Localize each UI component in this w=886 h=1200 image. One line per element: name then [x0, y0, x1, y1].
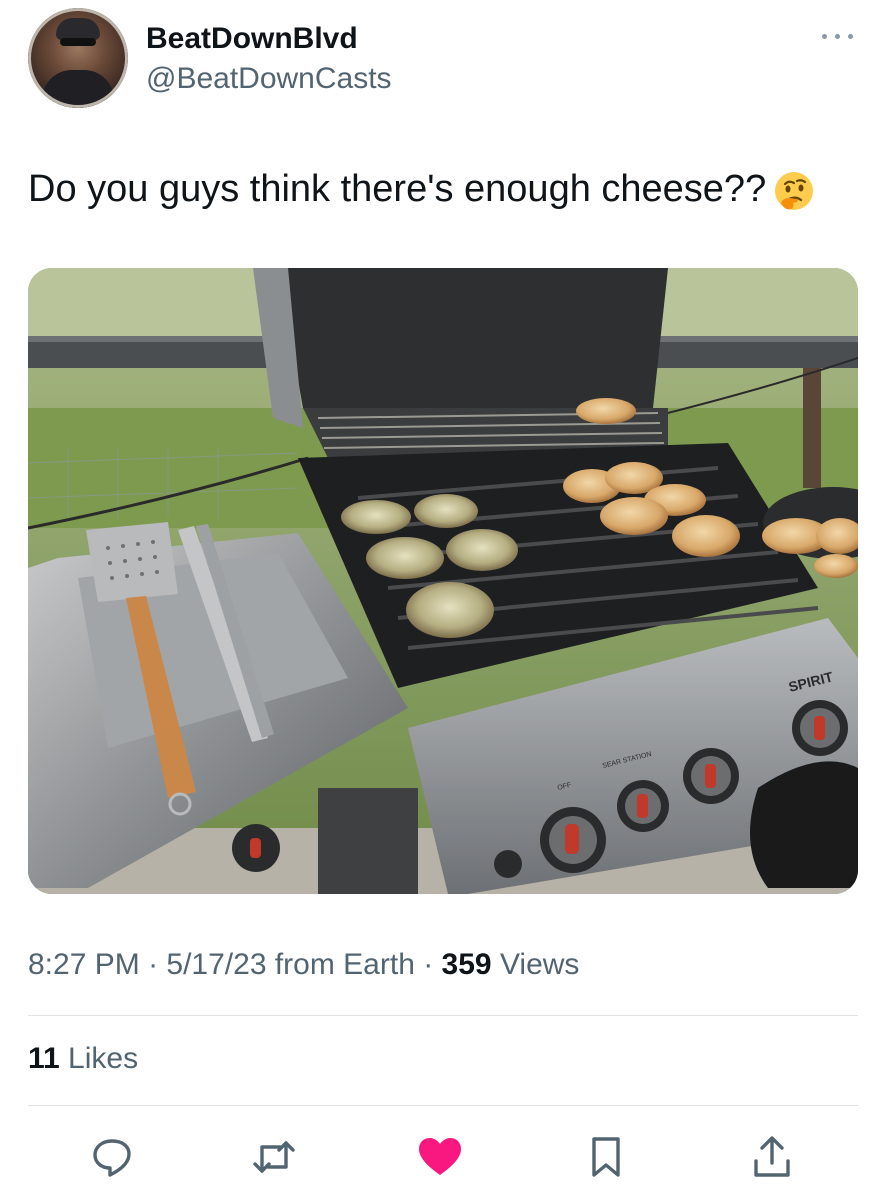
more-dots-icon[interactable] [818, 24, 858, 48]
meta-separator: · [414, 948, 442, 981]
tweet-text: Do you guys think there's enough cheese?… [28, 168, 816, 213]
views-count: 359 [441, 948, 492, 981]
grill-photo: SPIRIT SEAR STATION OFF [28, 268, 858, 894]
author-avatar[interactable] [28, 8, 128, 108]
author-display-name[interactable]: BeatDownBlvd [146, 22, 358, 56]
views-label: Views [491, 948, 580, 981]
likes-count: 11 [28, 1042, 60, 1075]
tweet-photo[interactable]: SPIRIT SEAR STATION OFF [28, 268, 858, 894]
share-icon[interactable] [748, 1133, 796, 1181]
divider-top [28, 1015, 858, 1016]
author-handle[interactable]: @BeatDownCasts [146, 62, 392, 96]
meta-separator: · [139, 948, 167, 981]
tweet-text-content: Do you guys think there's enough cheese?… [28, 168, 767, 210]
tweet-date[interactable]: 5/17/23 [166, 948, 266, 981]
likes-stat[interactable]: 11 Likes [28, 1042, 138, 1076]
bookmark-icon[interactable] [582, 1133, 630, 1181]
divider-bottom [28, 1105, 858, 1106]
reply-icon[interactable] [88, 1133, 136, 1181]
like-icon[interactable] [416, 1133, 464, 1181]
retweet-icon[interactable] [250, 1133, 298, 1181]
likes-label: Likes [59, 1042, 139, 1075]
tweet-time[interactable]: 8:27 PM [28, 948, 140, 981]
tweet-source: from Earth [266, 948, 415, 981]
tweet-meta: 8:27 PM · 5/17/23 from Earth · 359 Views [28, 948, 579, 982]
avatar-ring [28, 8, 128, 108]
thinking-face-emoji [775, 171, 814, 210]
